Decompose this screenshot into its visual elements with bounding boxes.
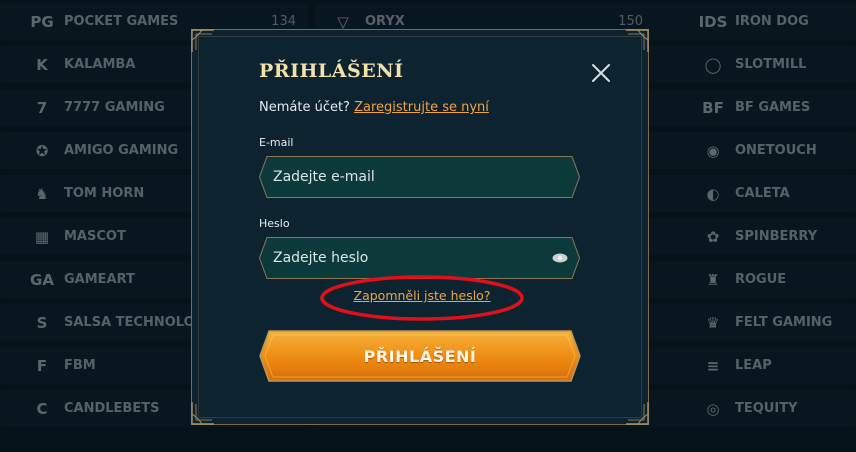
- password-field-container: [259, 237, 580, 279]
- corner-ornament-icon: [624, 400, 650, 426]
- register-prompt: Nemáte účet? Zaregistrujte se nyní: [259, 100, 489, 115]
- email-field-container: [259, 156, 580, 198]
- close-icon[interactable]: [590, 62, 612, 84]
- modal-title: PŘIHLÁŠENÍ: [259, 60, 404, 82]
- corner-ornament-icon: [190, 28, 216, 54]
- login-button-label: PŘIHLÁŠENÍ: [363, 346, 477, 366]
- register-prompt-text: Nemáte účet?: [259, 100, 350, 115]
- password-field[interactable]: [259, 237, 580, 279]
- corner-ornament-icon: [624, 28, 650, 54]
- forgot-password-wrapper: Zapomněli jste heslo?: [320, 274, 524, 322]
- login-button[interactable]: PŘIHLÁŠENÍ: [259, 330, 581, 382]
- register-link[interactable]: Zaregistrujte se nyní: [354, 100, 489, 115]
- forgot-password-link[interactable]: Zapomněli jste heslo?: [320, 288, 524, 303]
- email-label: E-mail: [259, 136, 294, 149]
- email-field[interactable]: [259, 156, 580, 198]
- password-label: Heslo: [259, 217, 290, 230]
- corner-ornament-icon: [190, 400, 216, 426]
- eye-icon[interactable]: [552, 251, 568, 265]
- login-modal: PŘIHLÁŠENÍ Nemáte účet? Zaregistrujte se…: [191, 29, 649, 425]
